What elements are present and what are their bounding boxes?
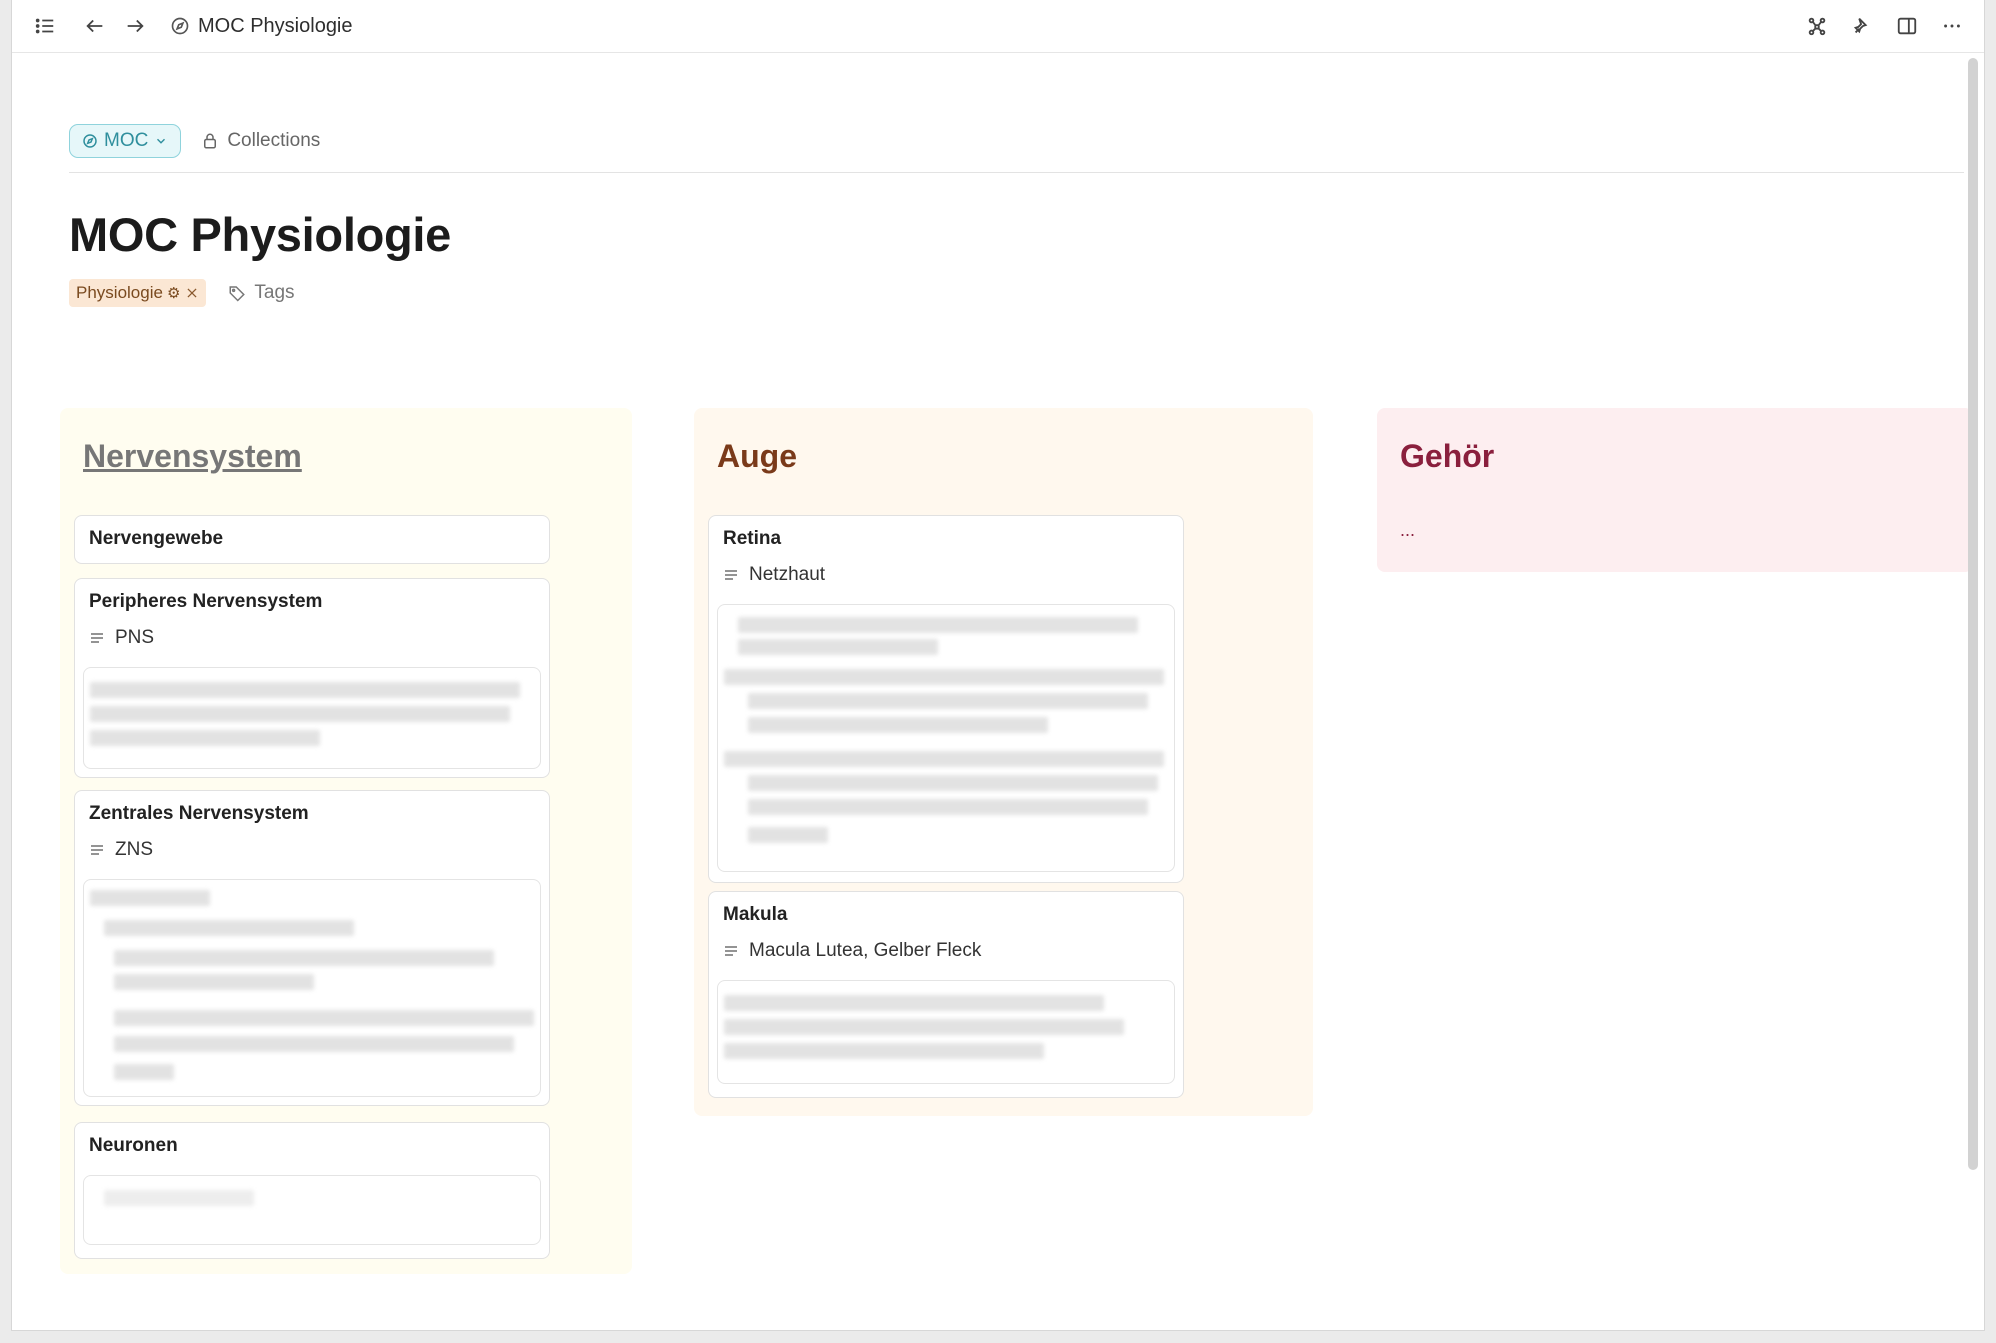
column-auge: Auge Retina Netzhaut Makula Macula Lutea… (694, 408, 1313, 1116)
scrollbar[interactable] (1968, 58, 1978, 1170)
card-nervengewebe[interactable]: Nervengewebe (74, 515, 550, 564)
card-alias: PNS (89, 627, 154, 649)
tab-title[interactable]: MOC Physiologie (170, 13, 353, 39)
collections-label: Collections (227, 130, 321, 151)
card-title: Retina (723, 528, 782, 549)
card-preview (83, 667, 541, 769)
card-preview (83, 1175, 541, 1245)
chevron-down-icon (157, 138, 166, 144)
top-bar: MOC Physiologie (12, 0, 1984, 53)
alias-text: Macula Lutea, Gelber Fleck (749, 940, 982, 961)
forward-arrow-icon[interactable] (122, 13, 148, 39)
tag-glyph-icon: ⚙ (166, 285, 181, 302)
type-chip-label: MOC (104, 130, 149, 151)
compass-icon (170, 16, 190, 36)
tag-icon (229, 286, 246, 302)
tag-chip[interactable]: Physiologie ⚙ (69, 279, 207, 307)
card-preview (83, 879, 541, 1097)
alias-text: PNS (115, 627, 155, 648)
card-alias: ZNS (89, 839, 153, 861)
card-alias: Netzhaut (723, 564, 825, 586)
tag-row: Physiologie ⚙ Tags (69, 278, 295, 308)
more-icon[interactable] (1939, 13, 1965, 39)
column-title[interactable]: Auge (717, 438, 797, 475)
compass-icon (83, 134, 97, 148)
alias-text: ZNS (115, 839, 153, 860)
list-icon[interactable] (32, 13, 58, 39)
back-arrow-icon[interactable] (82, 13, 108, 39)
card-preview (717, 980, 1175, 1084)
header-divider (69, 172, 1964, 173)
alias-text: Netzhaut (749, 564, 826, 585)
page-title[interactable]: MOC Physiologie (69, 207, 451, 262)
card-neuronen[interactable]: Neuronen (74, 1122, 550, 1259)
card-alias: Macula Lutea, Gelber Fleck (723, 940, 981, 962)
graph-icon[interactable] (1804, 13, 1830, 39)
card-title: Zentrales Nervensystem (89, 803, 309, 824)
column-placeholder: ... (1400, 520, 1416, 540)
app-window: MOC Physiologie MOC Collections MOC Phys… (11, 0, 1985, 1331)
column-title[interactable]: Nervensystem (83, 438, 302, 475)
card-retina[interactable]: Retina Netzhaut (708, 515, 1184, 883)
card-preview (717, 604, 1175, 872)
tag-label: Physiologie (76, 283, 163, 302)
column-title[interactable]: Gehör (1400, 438, 1494, 475)
card-title: Makula (723, 904, 788, 925)
text-lines-icon (91, 633, 103, 643)
card-title: Nervengewebe (89, 528, 224, 549)
text-lines-icon (725, 570, 737, 580)
tags-label: Tags (254, 282, 295, 303)
card-title: Peripheres Nervensystem (89, 591, 323, 612)
card-peripheres-nervensystem[interactable]: Peripheres Nervensystem PNS (74, 578, 550, 778)
card-makula[interactable]: Makula Macula Lutea, Gelber Fleck (708, 891, 1184, 1098)
text-lines-icon (91, 845, 103, 855)
property-row: MOC Collections (69, 123, 320, 159)
tab-title-text: MOC Physiologie (198, 14, 353, 37)
type-chip[interactable]: MOC (69, 124, 182, 158)
card-title: Neuronen (89, 1135, 178, 1156)
add-tags-button[interactable]: Tags (228, 282, 295, 304)
text-lines-icon (725, 946, 737, 956)
card-zentrales-nervensystem[interactable]: Zentrales Nervensystem ZNS (74, 790, 550, 1106)
close-icon[interactable] (185, 286, 199, 300)
collections-button[interactable]: Collections (201, 130, 320, 152)
sidebar-icon[interactable] (1894, 13, 1920, 39)
column-nervensystem: Nervensystem Nervengewebe Peripheres Ner… (60, 408, 632, 1274)
column-gehoer: Gehör ... (1377, 408, 1973, 572)
pin-icon[interactable] (1849, 13, 1875, 39)
lock-icon (204, 133, 217, 149)
